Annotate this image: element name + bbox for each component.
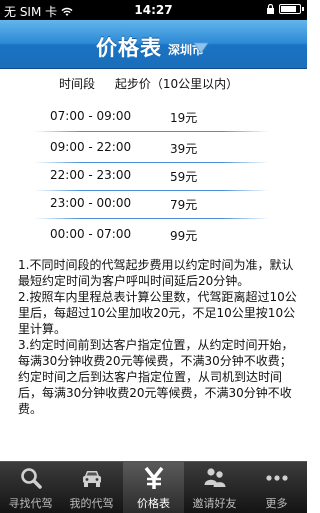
search-icon <box>21 468 42 489</box>
tab-label: 寻找代驾 <box>8 497 53 510</box>
row-price: 19元 <box>170 111 198 125</box>
status-bar: 无 SIM 卡 14:27 <box>0 0 307 20</box>
tab-invite-friends[interactable]: 邀请好友 <box>184 462 245 513</box>
nav-header: 价格表 深圳市 <box>0 20 307 69</box>
table-row: 23:00 - 00:00 79元 <box>50 196 250 212</box>
tab-my-driver[interactable]: 我的代驾 <box>61 462 122 513</box>
rotation-lock-icon <box>267 4 274 14</box>
people-icon <box>204 468 226 487</box>
tab-label: 邀请好友 <box>192 497 237 510</box>
pricing-notes: 1.不同时间段的代驾起步费用以约定时间为准，默认最短约定时间为客户呼叫时间延后2… <box>18 257 301 417</box>
table-row: 09:00 - 22:00 39元 <box>50 140 250 156</box>
row-divider <box>34 131 269 132</box>
price-content: 时间段 起步价（10公里以内） 07:00 - 09:00 19元 09:00 … <box>0 69 307 461</box>
chevron-down-icon[interactable] <box>193 40 209 56</box>
tab-label: 更多 <box>265 497 288 510</box>
row-price: 39元 <box>170 142 198 156</box>
row-time: 00:00 - 07:00 <box>50 227 132 241</box>
row-divider <box>34 190 269 191</box>
car-icon <box>83 471 101 487</box>
note-item: 3.约定时间前到达客户指定位置，从约定时间开始，每满30分钟收费20元等候费，不… <box>18 338 294 416</box>
tab-label: 价格表 <box>137 497 170 510</box>
row-time: 22:00 - 23:00 <box>50 168 132 182</box>
row-divider <box>34 218 269 219</box>
table-row: 00:00 - 07:00 99元 <box>50 227 250 243</box>
yen-icon <box>144 466 164 489</box>
row-price: 99元 <box>170 229 198 243</box>
table-header: 时间段 起步价（10公里以内） <box>59 75 238 92</box>
tab-label: 我的代驾 <box>69 497 114 510</box>
column-header-time: 时间段 <box>59 77 96 91</box>
column-header-price: 起步价（10公里以内） <box>114 77 239 91</box>
row-time: 23:00 - 00:00 <box>50 196 132 210</box>
tab-bar: 寻找代驾 我的代驾 价格表 邀请好友 更多 <box>0 461 307 513</box>
tab-more[interactable]: 更多 <box>246 462 307 513</box>
battery-icon <box>279 4 304 14</box>
tab-find-driver[interactable]: 寻找代驾 <box>0 462 61 513</box>
row-price: 79元 <box>170 198 198 212</box>
table-row: 22:00 - 23:00 59元 <box>50 168 250 184</box>
page-title: 价格表 <box>96 36 162 60</box>
row-time: 07:00 - 09:00 <box>50 109 132 123</box>
row-divider <box>34 162 269 163</box>
table-row: 07:00 - 09:00 19元 <box>50 109 250 125</box>
status-time: 14:27 <box>134 3 173 17</box>
tab-price-list[interactable]: 价格表 <box>123 462 184 513</box>
more-icon <box>266 475 288 481</box>
note-item: 1.不同时间段的代驾起步费用以约定时间为准，默认最短约定时间为客户呼叫时间延后2… <box>18 258 294 288</box>
note-item: 2.按照车内里程总表计算公里数，代驾距离超过10公里后，每超过10公里加收20元… <box>18 290 297 336</box>
row-time: 09:00 - 22:00 <box>50 140 132 154</box>
row-price: 59元 <box>170 170 198 184</box>
